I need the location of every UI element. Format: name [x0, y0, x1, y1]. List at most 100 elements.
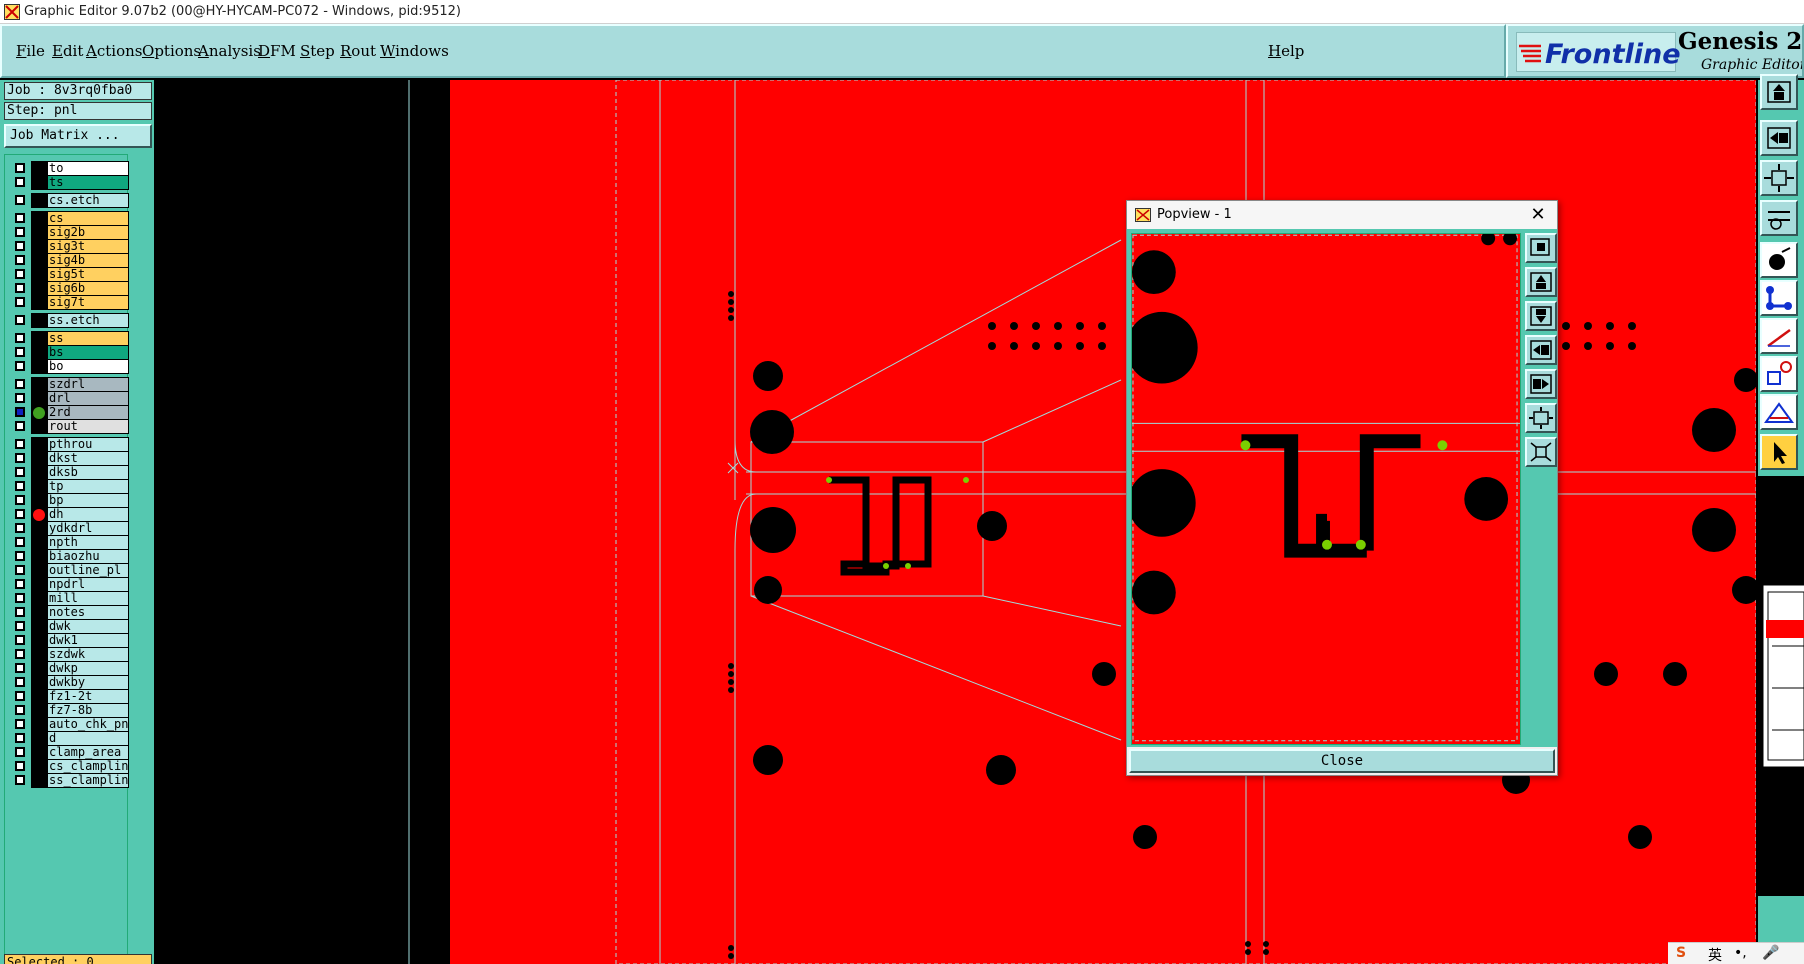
layer-name[interactable]: cs: [47, 211, 129, 226]
layer-name[interactable]: dwk1: [47, 633, 129, 648]
layer-color-cell[interactable]: [31, 345, 47, 360]
layer-name[interactable]: clamp_area: [47, 745, 129, 760]
layer-name[interactable]: npth: [47, 535, 129, 550]
layer-name[interactable]: fz1-2t: [47, 689, 129, 704]
layer-color-cell[interactable]: [31, 161, 47, 176]
layer-row[interactable]: szdrl: [7, 377, 129, 392]
pv-pan-right-button[interactable]: [1525, 369, 1557, 399]
layer-name[interactable]: ss: [47, 331, 129, 346]
layer-name[interactable]: sig7t: [47, 295, 129, 310]
popview-titlebar[interactable]: Popview - 1 ✕: [1127, 201, 1557, 229]
layer-color-cell[interactable]: [31, 647, 47, 662]
layer-row[interactable]: bo: [7, 359, 129, 374]
layer-row[interactable]: tp: [7, 479, 129, 494]
menu-windows[interactable]: Windows: [380, 42, 449, 60]
layer-row[interactable]: clamp_area: [7, 745, 129, 760]
layer-color-cell[interactable]: [31, 313, 47, 328]
layer-color-cell[interactable]: [31, 175, 47, 190]
layer-color-cell[interactable]: [31, 465, 47, 480]
layer-color-cell[interactable]: [31, 391, 47, 406]
layer-row[interactable]: pthrou: [7, 437, 129, 452]
layer-color-cell[interactable]: [31, 759, 47, 774]
ime-punctuation-indicator[interactable]: •,: [1734, 945, 1747, 961]
menu-step[interactable]: Step: [300, 42, 335, 60]
layer-checkbox[interactable]: [15, 227, 25, 237]
layer-name[interactable]: bp: [47, 493, 129, 508]
layer-color-cell[interactable]: [31, 703, 47, 718]
layer-checkbox[interactable]: [15, 579, 25, 589]
layer-checkbox[interactable]: [15, 565, 25, 575]
layer-name[interactable]: dwkby: [47, 675, 129, 690]
layer-color-cell[interactable]: [31, 535, 47, 550]
layer-checkbox[interactable]: [15, 775, 25, 785]
layer-name[interactable]: tp: [47, 479, 129, 494]
layer-color-cell[interactable]: [31, 633, 47, 648]
layer-color-cell[interactable]: [31, 493, 47, 508]
layer-checkbox[interactable]: [15, 361, 25, 371]
layer-checkbox[interactable]: [15, 523, 25, 533]
layer-color-cell[interactable]: [31, 281, 47, 296]
layer-name[interactable]: ydkdrl: [47, 521, 129, 536]
layer-checkbox[interactable]: [15, 481, 25, 491]
layer-checkbox[interactable]: [15, 255, 25, 265]
layer-row[interactable]: fz1-2t: [7, 689, 129, 704]
rt-measure-tool-button[interactable]: [1760, 394, 1798, 430]
layer-color-cell[interactable]: [31, 239, 47, 254]
layer-row[interactable]: auto_chk_pnl: [7, 717, 129, 732]
layer-color-cell[interactable]: [31, 479, 47, 494]
menu-file[interactable]: File: [16, 42, 45, 60]
layer-name[interactable]: bs: [47, 345, 129, 360]
rt-pad-tool-button[interactable]: [1760, 242, 1798, 278]
layer-name[interactable]: auto_chk_pnl: [47, 717, 129, 732]
layer-checkbox[interactable]: [15, 421, 25, 431]
layer-checkbox[interactable]: [15, 635, 25, 645]
pv-zoom-window-button[interactable]: [1525, 233, 1557, 263]
layer-name[interactable]: mill: [47, 591, 129, 606]
layer-color-cell[interactable]: [31, 211, 47, 226]
layer-checkbox[interactable]: [15, 663, 25, 673]
layer-checkbox[interactable]: [15, 719, 25, 729]
layer-name[interactable]: dwk: [47, 619, 129, 634]
layer-name[interactable]: dksb: [47, 465, 129, 480]
layer-row[interactable]: szdwk: [7, 647, 129, 662]
layer-checkbox[interactable]: [15, 283, 25, 293]
layer-row[interactable]: fz7-8b: [7, 703, 129, 718]
layer-color-cell[interactable]: [31, 377, 47, 392]
rt-shape-tool-button[interactable]: [1760, 356, 1798, 392]
layer-color-cell[interactable]: [31, 225, 47, 240]
layer-color-cell[interactable]: [31, 437, 47, 452]
layer-color-cell[interactable]: [31, 253, 47, 268]
pv-pan-up-button[interactable]: [1525, 267, 1557, 297]
layer-checkbox[interactable]: [15, 439, 25, 449]
layer-checkbox[interactable]: [15, 241, 25, 251]
layer-checkbox[interactable]: [15, 177, 25, 187]
layer-checkbox[interactable]: [15, 213, 25, 223]
microphone-icon[interactable]: 🎤: [1762, 945, 1779, 961]
layer-row[interactable]: dwk: [7, 619, 129, 634]
layer-checkbox[interactable]: [15, 747, 25, 757]
rt-line-tool-button[interactable]: [1760, 318, 1798, 354]
layer-name[interactable]: notes: [47, 605, 129, 620]
layer-color-cell[interactable]: [31, 521, 47, 536]
layer-row[interactable]: npdrl: [7, 577, 129, 592]
layer-color-cell[interactable]: [31, 295, 47, 310]
layer-color-cell[interactable]: [31, 577, 47, 592]
layer-row[interactable]: npth: [7, 535, 129, 550]
layer-name[interactable]: sig4b: [47, 253, 129, 268]
layer-row[interactable]: notes: [7, 605, 129, 620]
layer-row[interactable]: mill: [7, 591, 129, 606]
layer-checkbox[interactable]: [15, 649, 25, 659]
layer-row[interactable]: dwk1: [7, 633, 129, 648]
layer-checkbox[interactable]: [15, 195, 25, 205]
layer-checkbox[interactable]: [15, 297, 25, 307]
layer-name[interactable]: bo: [47, 359, 129, 374]
rt-pan-left-button[interactable]: [1760, 120, 1798, 156]
layer-checkbox[interactable]: [15, 315, 25, 325]
job-matrix-button[interactable]: Job Matrix ...: [4, 124, 152, 148]
pv-pan-left-button[interactable]: [1525, 335, 1557, 365]
layer-name[interactable]: cs.etch: [47, 193, 129, 208]
layer-row[interactable]: cs: [7, 211, 129, 226]
layer-color-cell[interactable]: [31, 563, 47, 578]
menu-dfm[interactable]: DFM: [258, 42, 296, 60]
menu-actions[interactable]: Actions: [86, 42, 142, 60]
